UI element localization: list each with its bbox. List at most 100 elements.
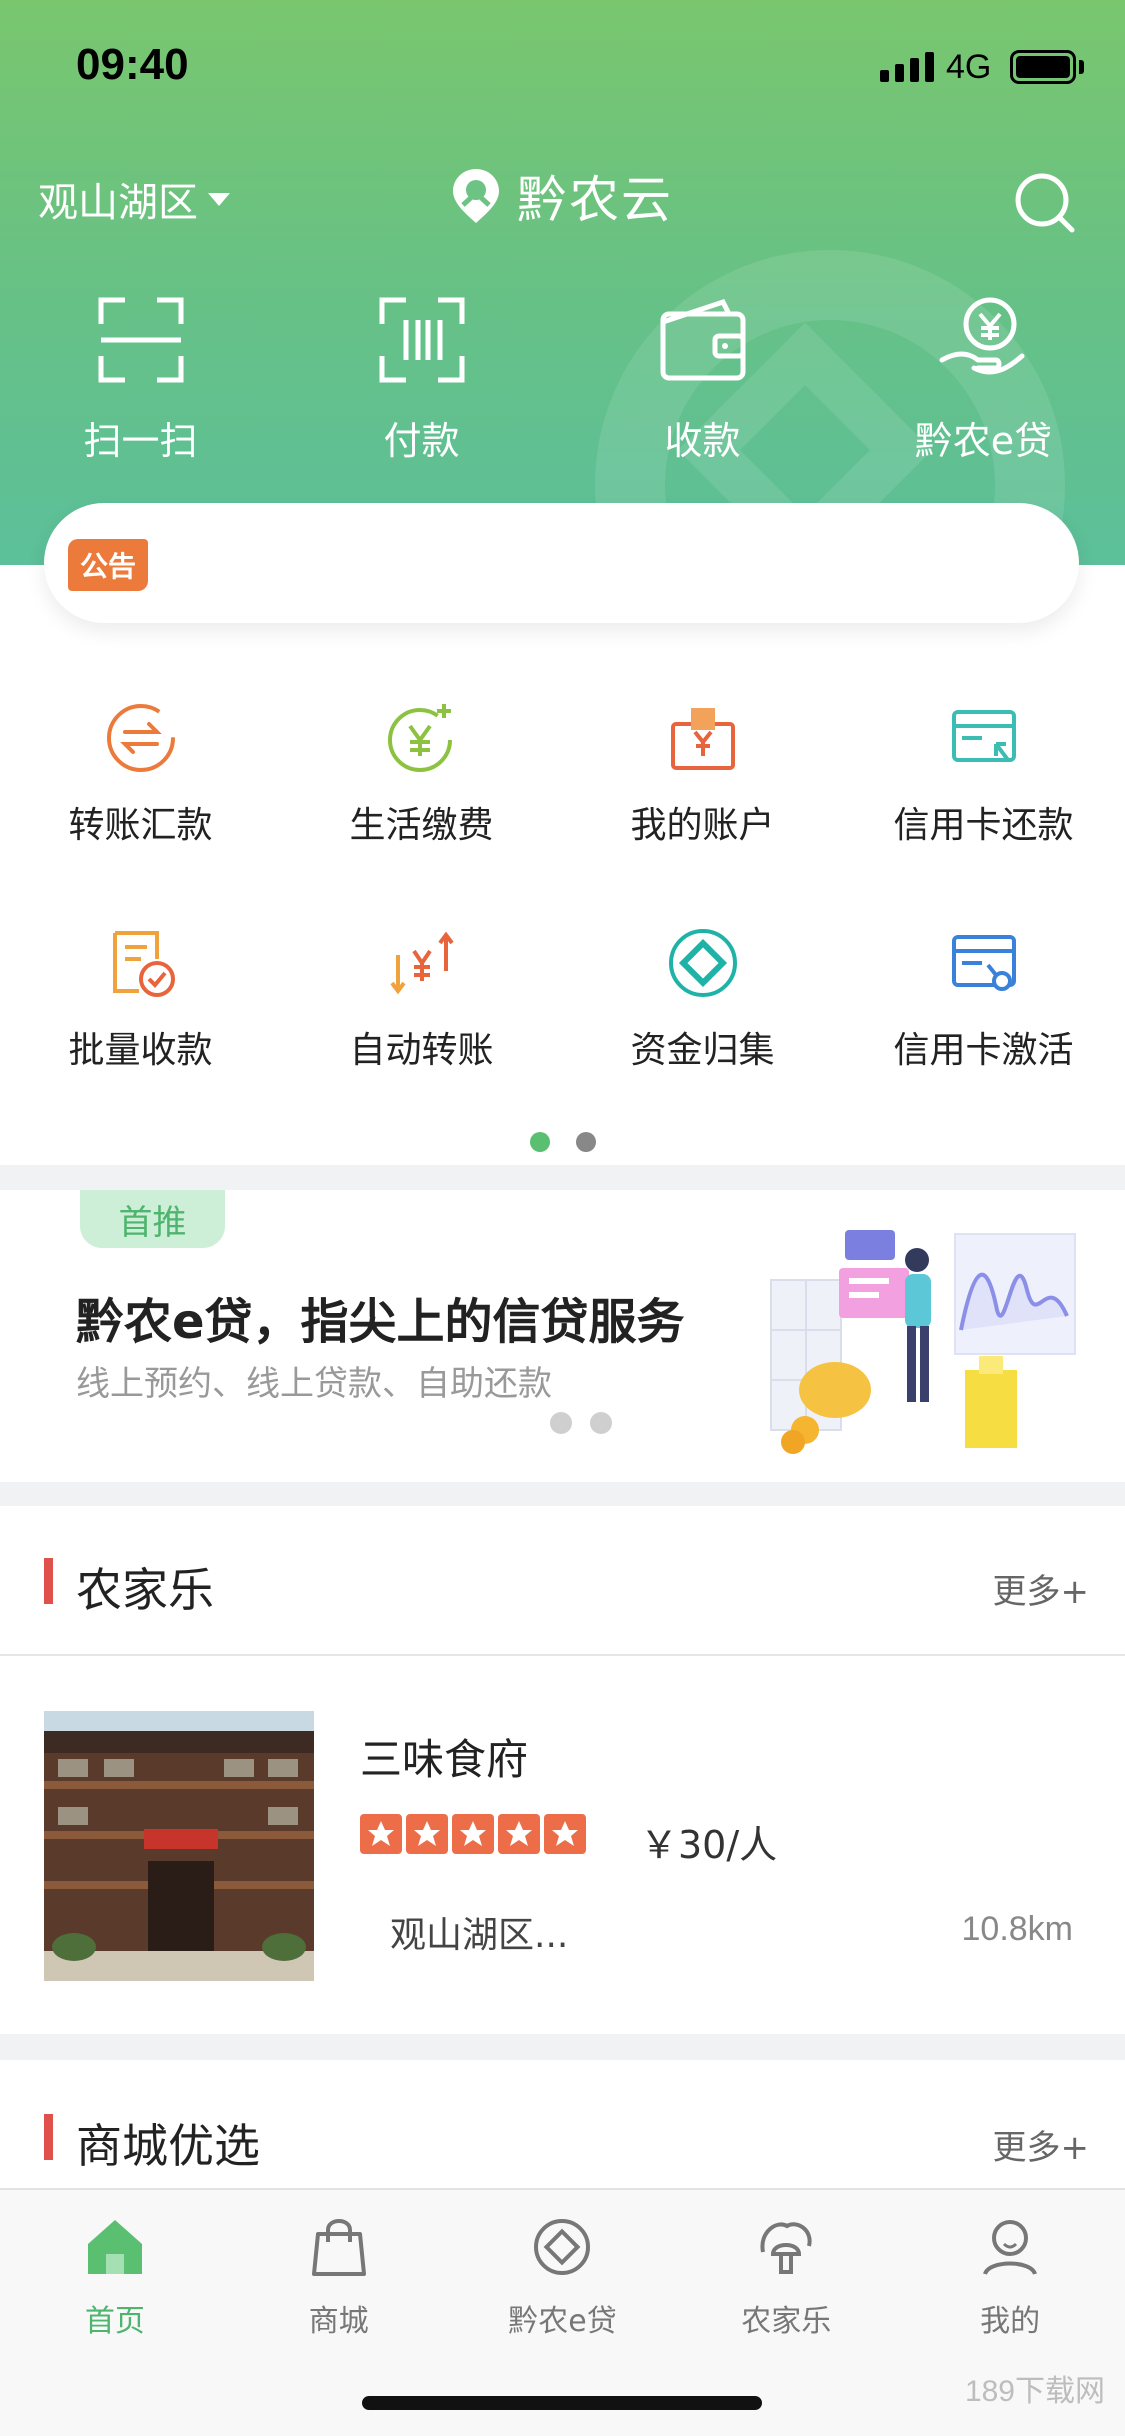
location-selector[interactable]: 观山湖区: [38, 170, 230, 228]
farm-icon: [760, 2222, 812, 2274]
star-icon: [406, 1814, 448, 1854]
farm-more-link[interactable]: 更多+: [993, 1564, 1090, 1613]
service-account[interactable]: 我的账户: [562, 700, 843, 925]
search-button[interactable]: [1010, 168, 1080, 238]
tab-farm[interactable]: 农家乐: [674, 2190, 898, 2340]
tab-loan[interactable]: 黔农e贷: [451, 2190, 675, 2340]
loan-hand-icon: [939, 297, 1024, 375]
rating-stars: [360, 1814, 586, 1854]
promo-title: 黔农e贷，指尖上的信贷服务: [76, 1294, 685, 1350]
star-icon: [452, 1814, 494, 1854]
service-label: 我的账户: [630, 805, 775, 846]
shopping-bag-icon: [311, 2219, 366, 2276]
promo-page-indicator: [550, 1412, 612, 1434]
service-fund-pool[interactable]: 资金归集: [562, 925, 843, 1150]
service-grid: 转账汇款 生活缴费 我的账户 信用卡还款 批量收款 自动转账 资金归集 信用卡激…: [0, 700, 1125, 1150]
payment-code-icon: [379, 297, 464, 383]
promo-tag: 首推: [80, 1190, 225, 1248]
service-card-repay[interactable]: 信用卡还款: [843, 700, 1124, 925]
star-icon: [360, 1814, 402, 1854]
service-label: 资金归集: [630, 1030, 775, 1071]
page-dot: [575, 1132, 596, 1152]
scan-icon: [98, 297, 183, 383]
notice-tag: 公告: [68, 539, 149, 591]
card-activate-icon: [951, 935, 1016, 991]
notice-bar[interactable]: 公告: [44, 503, 1079, 623]
tab-label: 我的: [980, 2304, 1041, 2339]
tab-label: 首页: [84, 2304, 145, 2339]
star-icon: [544, 1814, 586, 1854]
location-label: 观山湖区: [38, 180, 198, 226]
battery-cap: [1079, 60, 1084, 74]
caret-down-icon: [208, 192, 230, 206]
tab-home[interactable]: 首页: [3, 2190, 227, 2340]
service-panel: 转账汇款 生活缴费 我的账户 信用卡还款 批量收款 自动转账 资金归集 信用卡激…: [0, 565, 1125, 1165]
tab-profile[interactable]: 我的: [898, 2190, 1122, 2340]
service-label: 批量收款: [68, 1030, 213, 1071]
quick-action-scan[interactable]: 扫一扫: [0, 290, 281, 470]
section-title: 农家乐: [76, 1563, 214, 1617]
mall-more-link[interactable]: 更多+: [993, 2120, 1090, 2169]
section-accent-bar: [44, 1558, 53, 1604]
service-auto-transfer[interactable]: 自动转账: [281, 925, 562, 1150]
battery-icon: [1010, 50, 1076, 84]
quick-actions: 扫一扫 付款 收款 黔农e贷: [0, 290, 1125, 470]
header: 09:40 4G 观山湖区 黔农云 扫一扫 付款 收款 黔农e贷: [0, 0, 1125, 565]
service-label: 自动转账: [349, 1030, 494, 1071]
auto-transfer-icon: [389, 931, 454, 995]
top-nav: 观山湖区 黔农云: [0, 160, 1125, 240]
page-dot-active: [529, 1132, 550, 1152]
quick-action-loan[interactable]: 黔农e贷: [843, 290, 1124, 470]
service-page-indicator[interactable]: [0, 1132, 1125, 1152]
service-transfer[interactable]: 转账汇款: [0, 700, 281, 925]
fund-pool-icon: [668, 929, 737, 997]
quick-action-label: 付款: [383, 419, 460, 463]
section-title: 商城优选: [76, 2119, 260, 2173]
home-indicator[interactable]: [362, 2396, 762, 2410]
logo-icon: [453, 169, 499, 223]
watermark: 189下载网: [964, 2375, 1105, 2408]
promo-banner[interactable]: 首推 黔农e贷，指尖上的信贷服务 线上预约、线上贷款、自助还款: [0, 1190, 1125, 1482]
app-title: 黔农云: [517, 171, 673, 229]
service-bills[interactable]: 生活缴费: [281, 700, 562, 925]
wallet-icon: [660, 298, 745, 381]
restaurant-photo: [44, 1711, 314, 1981]
signal-icon: [880, 52, 934, 82]
home-icon: [87, 2220, 142, 2274]
service-label: 信用卡激活: [893, 1030, 1074, 1071]
tab-label: 商城: [308, 2304, 369, 2339]
tab-mall[interactable]: 商城: [227, 2190, 451, 2340]
app-logo: 黔农云: [445, 160, 673, 232]
farm-list-item[interactable]: 三味食府 ￥30/人 观山湖区... 10.8km: [0, 1656, 1125, 2026]
farm-name: 三味食府: [360, 1735, 529, 1784]
mall-section: 商城优选 更多+: [0, 2060, 1125, 2190]
account-icon: [670, 708, 735, 770]
status-bar: 09:40 4G: [0, 0, 1125, 135]
promo-subtitle: 线上预约、线上贷款、自助还款: [76, 1364, 552, 1404]
quick-action-label: 扫一扫: [83, 419, 198, 463]
service-label: 生活缴费: [349, 805, 494, 846]
quick-action-label: 收款: [664, 419, 741, 463]
service-label: 转账汇款: [68, 805, 213, 846]
card-repay-icon: [951, 710, 1016, 762]
service-card-activate[interactable]: 信用卡激活: [843, 925, 1124, 1150]
quick-action-label: 黔农e贷: [914, 419, 1053, 463]
loan-icon: [534, 2219, 591, 2275]
farm-price: ￥30/人: [640, 1823, 778, 1867]
tab-label: 农家乐: [741, 2304, 832, 2339]
farm-section-header: 农家乐 更多+: [0, 1506, 1125, 1656]
network-type: 4G: [946, 48, 992, 86]
quick-action-receive[interactable]: 收款: [562, 290, 843, 470]
star-icon: [498, 1814, 540, 1854]
service-label: 信用卡还款: [893, 805, 1074, 846]
promo-illustration: [770, 1230, 1076, 1454]
quick-action-pay[interactable]: 付款: [281, 290, 562, 470]
farm-address: 观山湖区...: [390, 1915, 569, 1956]
transfer-icon: [106, 704, 175, 772]
search-icon: [1015, 173, 1075, 233]
farm-section: 农家乐 更多+ 三味食府 ￥30/人 观山湖区... 10.8km: [0, 1506, 1125, 2034]
profile-icon: [983, 2220, 1037, 2276]
service-batch-collect[interactable]: 批量收款: [0, 925, 281, 1150]
status-time: 09:40: [76, 40, 189, 89]
batch-collect-icon: [112, 931, 175, 997]
